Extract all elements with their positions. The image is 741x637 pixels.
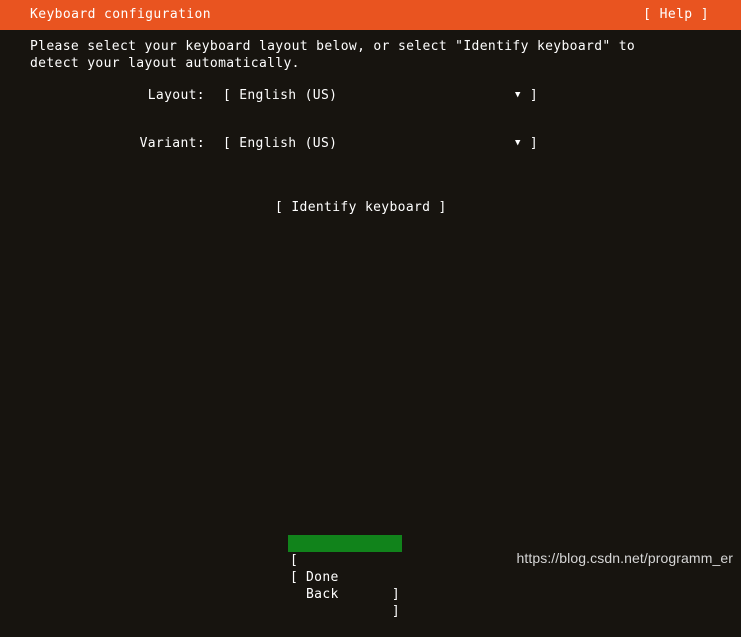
variant-select[interactable]: [ English (US) ▼ ] [223,136,538,152]
layout-field-label: Layout: [147,88,205,103]
identify-keyboard-button[interactable]: [ Identify keyboard ] [275,200,499,216]
layout-bracket-close: ] [529,88,538,103]
variant-bracket-close: ] [529,136,538,151]
chevron-down-icon[interactable]: ▼ [515,135,521,151]
back-button[interactable]: [ Back ] [288,552,402,619]
variant-field-label: Variant: [139,136,205,151]
footer-buttons: [ Done ] [ Back ] [288,535,402,619]
chevron-down-icon[interactable]: ▼ [515,87,521,103]
installer-screen: Please select your keyboard layout below… [0,30,741,619]
variant-bracket-open: [ [223,136,232,151]
page-title: Keyboard configuration [30,7,211,22]
layout-field-row: Layout: [ English (US) ▼ ] [0,88,741,104]
watermark-text: https://blog.csdn.net/programm_er [516,550,733,566]
done-button[interactable]: [ Done ] [288,535,402,602]
done-bracket-close: ] [391,587,400,602]
variant-field-row: Variant: [ English (US) ▼ ] [0,136,741,152]
title-bar: Keyboard configuration [ Help ] [0,0,741,30]
layout-bracket-open: [ [223,88,232,103]
back-bracket-open: [ [290,570,299,585]
back-bracket-close: ] [391,604,400,619]
instruction-text: Please select your keyboard layout below… [30,39,636,71]
help-button[interactable]: [ Help ] [643,7,709,23]
variant-select-value: English (US) [239,136,338,151]
layout-select[interactable]: [ English (US) ▼ ] [223,88,538,104]
layout-select-value: English (US) [239,88,338,103]
identify-keyboard-row: [ Identify keyboard ] [0,184,741,232]
back-button-label: Back [306,587,339,602]
